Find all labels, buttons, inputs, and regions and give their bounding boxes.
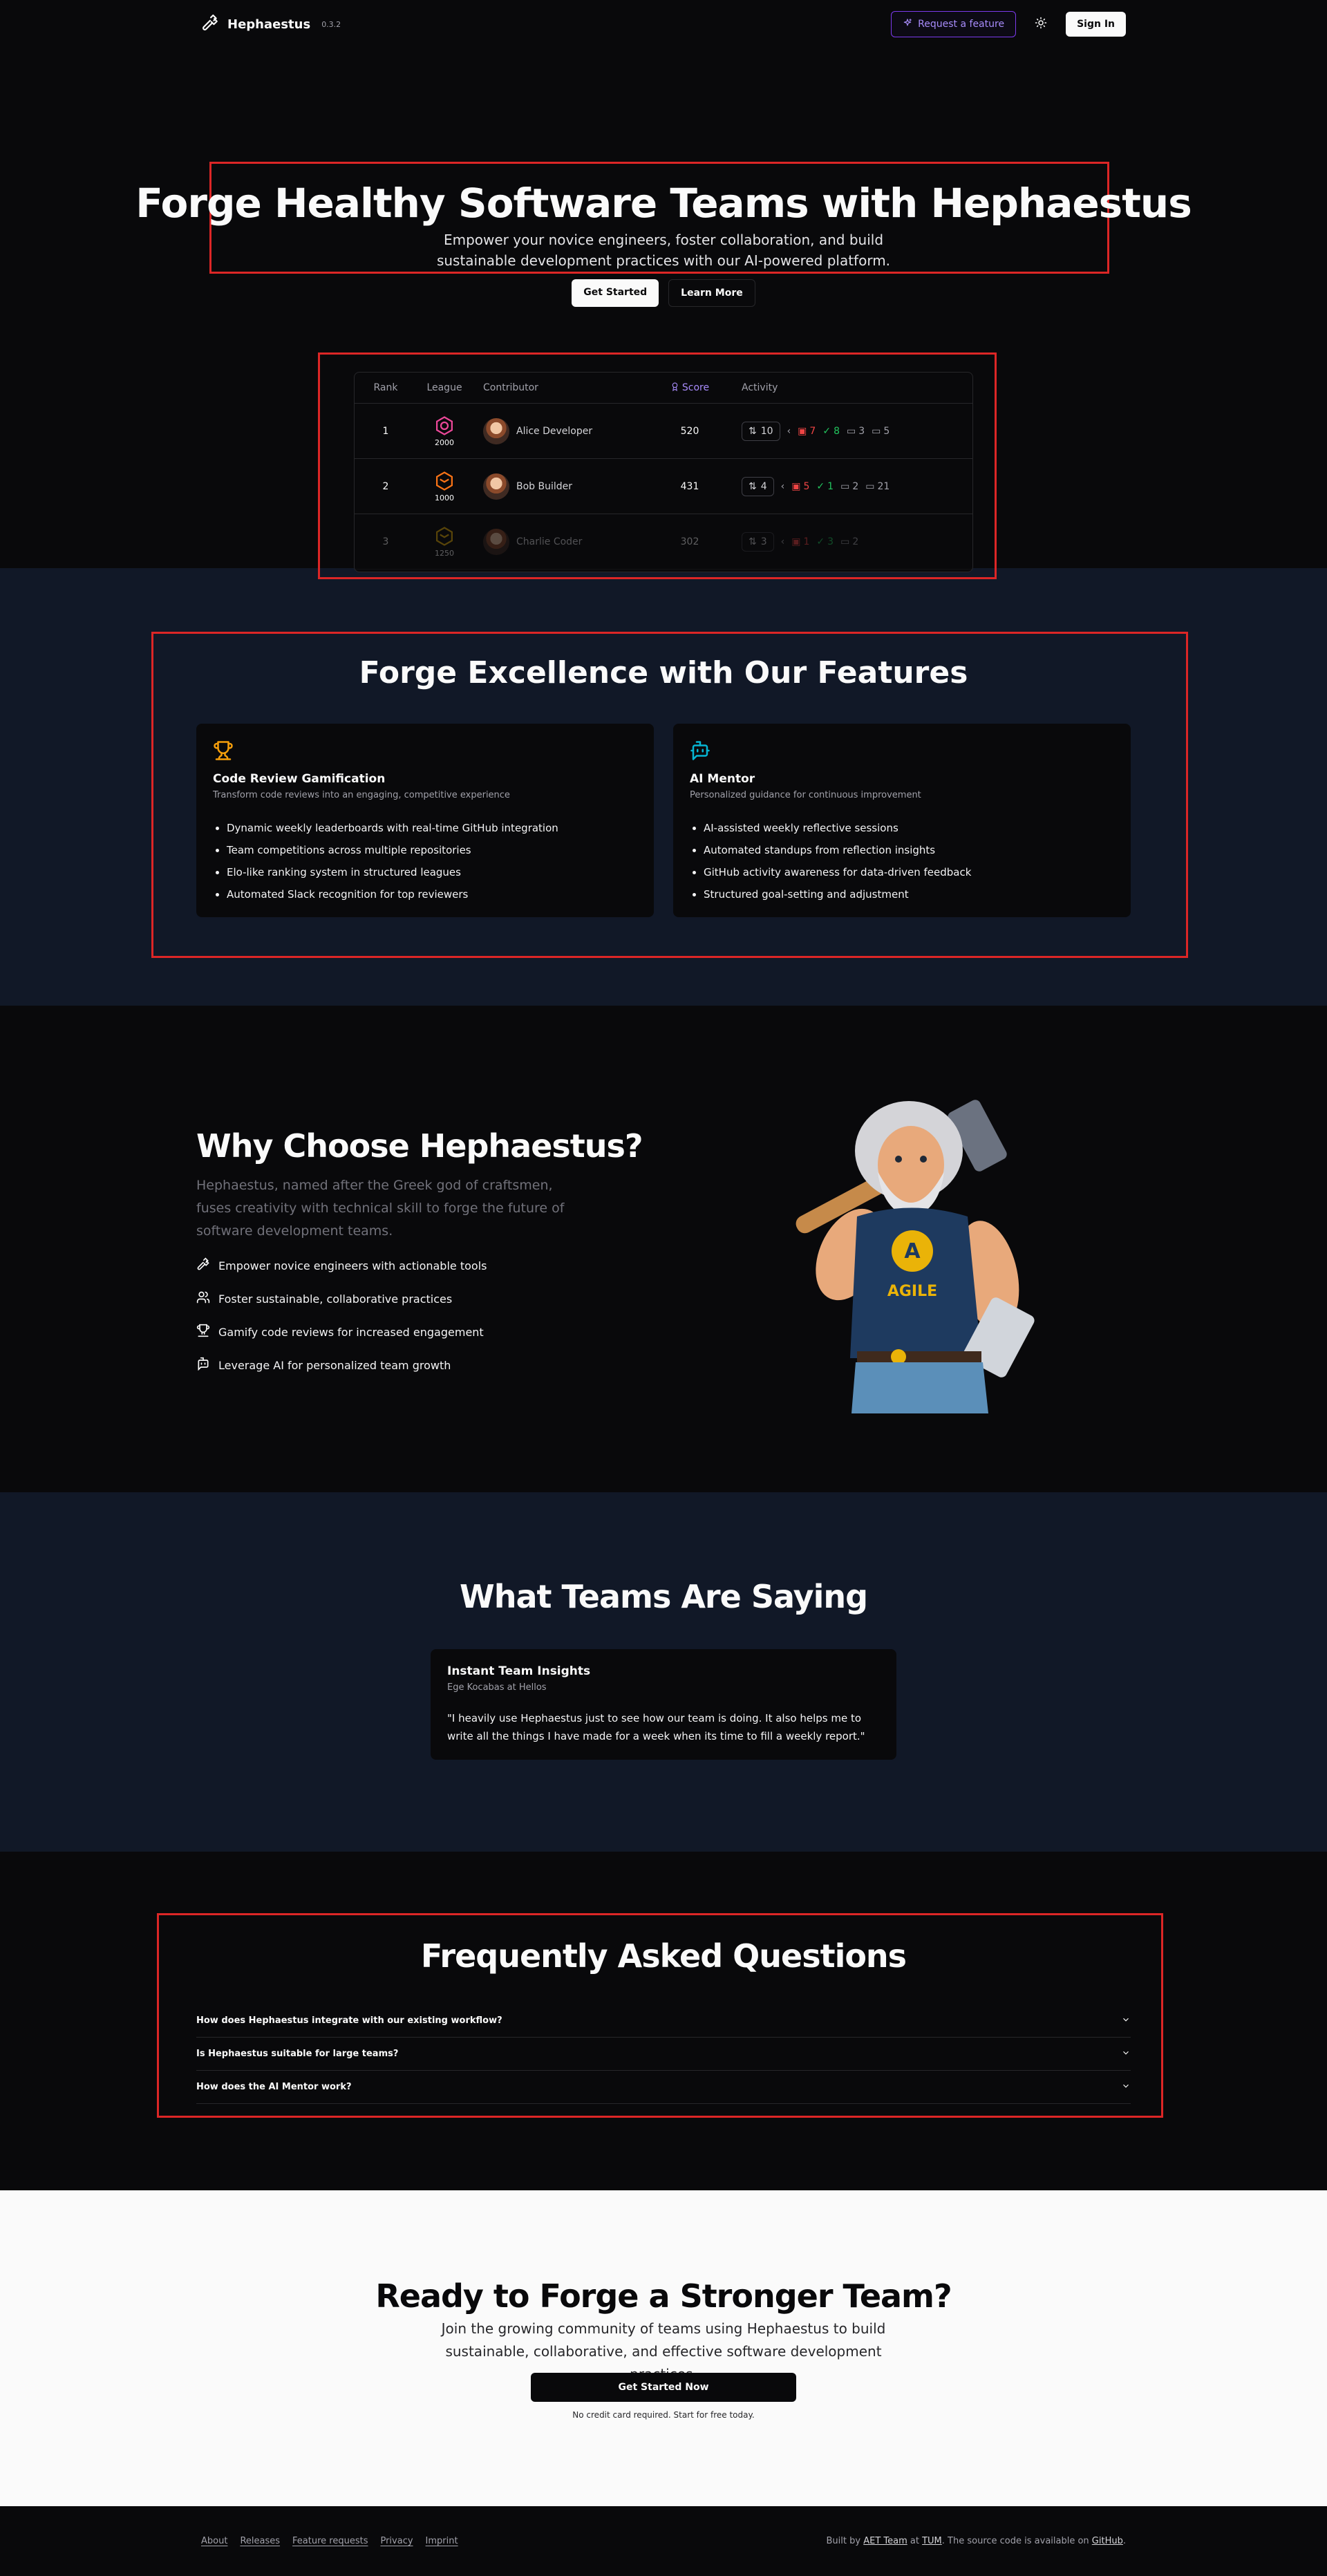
users-icon bbox=[196, 1290, 210, 1307]
source-text: . The source code is available on bbox=[941, 2536, 1092, 2546]
page: Hephaestus 0.3.2 Request a feature Sign … bbox=[0, 0, 1327, 2576]
feature-item: Automated Slack recognition for top revi… bbox=[227, 883, 637, 905]
sign-in-button[interactable]: Sign In bbox=[1066, 12, 1126, 37]
nav-actions: Request a feature Sign In bbox=[891, 11, 1126, 37]
faq-title: Frequently Asked Questions bbox=[420, 1937, 907, 1975]
cta-section: Ready to Forge a Stronger Team? Join the… bbox=[0, 2190, 1327, 2506]
feature-item: Team competitions across multiple reposi… bbox=[227, 839, 637, 861]
testimonial-card: Instant Team Insights Ege Kocabas at Hel… bbox=[431, 1649, 896, 1760]
why-item-label: Gamify code reviews for increased engage… bbox=[218, 1325, 484, 1339]
faq-item[interactable]: Is Hephaestus suitable for large teams? bbox=[196, 2038, 1131, 2071]
theme-toggle-button[interactable] bbox=[1028, 12, 1053, 37]
hero-section: Forge Healthy Software Teams with Hephae… bbox=[0, 48, 1327, 579]
brand-name: Hephaestus bbox=[227, 17, 311, 32]
feature-title: Code Review Gamification bbox=[213, 772, 386, 786]
leaderboard-highlight-box bbox=[318, 352, 997, 579]
brand[interactable]: Hephaestus 0.3.2 bbox=[201, 14, 341, 35]
at-text: at bbox=[907, 2536, 923, 2546]
feature-list: Dynamic weekly leaderboards with real-ti… bbox=[213, 817, 637, 905]
faq-item[interactable]: How does the AI Mentor work? bbox=[196, 2071, 1131, 2104]
cta-title: Ready to Forge a Stronger Team? bbox=[375, 2277, 952, 2315]
built-by-text: Built by bbox=[826, 2536, 864, 2546]
feature-item: Structured goal-setting and adjustment bbox=[704, 883, 1114, 905]
top-nav: Hephaestus 0.3.2 Request a feature Sign … bbox=[0, 0, 1327, 48]
features-section: Forge Excellence with Our Features Code … bbox=[0, 568, 1327, 1006]
cta-note: No credit card required. Start for free … bbox=[572, 2410, 755, 2420]
bot-message-icon bbox=[196, 1357, 210, 1373]
faq-item[interactable]: How does Hephaestus integrate with our e… bbox=[196, 2004, 1131, 2038]
why-item: Gamify code reviews for increased engage… bbox=[196, 1315, 487, 1348]
footer-link-releases[interactable]: Releases bbox=[240, 2536, 280, 2546]
hephaestus-mascot-illustration: A AGILE bbox=[796, 1100, 1035, 1413]
why-section: Why Choose Hephaestus? Hephaestus, named… bbox=[0, 1006, 1327, 1492]
request-feature-button[interactable]: Request a feature bbox=[891, 11, 1017, 37]
feature-item: Elo-like ranking system in structured le… bbox=[227, 861, 637, 883]
team-link[interactable]: AET Team bbox=[863, 2536, 907, 2546]
org-link[interactable]: TUM bbox=[922, 2536, 942, 2546]
end-text: . bbox=[1122, 2536, 1126, 2546]
feature-card-ai-mentor: AI Mentor Personalized guidance for cont… bbox=[673, 724, 1131, 917]
chevron-down-icon bbox=[1121, 2081, 1131, 2094]
testimonial-quote: "I heavily use Hephaestus just to see ho… bbox=[447, 1712, 865, 1742]
feature-item: GitHub activity awareness for data-drive… bbox=[704, 861, 1114, 883]
faq-question: How does the AI Mentor work? bbox=[196, 2082, 352, 2092]
feature-list: AI-assisted weekly reflective sessions A… bbox=[690, 817, 1114, 905]
why-list: Empower novice engineers with actionable… bbox=[196, 1249, 487, 1382]
testimonials-section: What Teams Are Saying Instant Team Insig… bbox=[0, 1492, 1327, 1852]
feature-title: AI Mentor bbox=[690, 772, 755, 786]
version-label: 0.3.2 bbox=[321, 19, 341, 29]
chevron-down-icon bbox=[1121, 2015, 1131, 2027]
why-description: Hephaestus, named after the Greek god of… bbox=[196, 1178, 565, 1239]
footer-link-privacy[interactable]: Privacy bbox=[380, 2536, 413, 2546]
testimonial-title: Instant Team Insights bbox=[447, 1664, 591, 1678]
footer-link-feature-requests[interactable]: Feature requests bbox=[292, 2536, 368, 2546]
footer-links: About Releases Feature requests Privacy … bbox=[201, 2536, 458, 2546]
hammer-icon bbox=[196, 1257, 210, 1274]
get-started-now-button[interactable]: Get Started Now bbox=[531, 2373, 796, 2402]
testimonial-author: Ege Kocabas at Hellos bbox=[447, 1682, 547, 1693]
why-item-label: Empower novice engineers with actionable… bbox=[218, 1259, 487, 1272]
get-started-button[interactable]: Get Started bbox=[572, 279, 659, 307]
feature-card-gamification: Code Review Gamification Transform code … bbox=[196, 724, 654, 917]
bot-message-icon bbox=[690, 741, 710, 764]
chevron-down-icon bbox=[1121, 2048, 1131, 2060]
faq-list: How does Hephaestus integrate with our e… bbox=[196, 2004, 1131, 2104]
faq-question: Is Hephaestus suitable for large teams? bbox=[196, 2049, 399, 2059]
shirt-logo-letter: A bbox=[904, 1239, 921, 1263]
feature-subtitle: Personalized guidance for continuous imp… bbox=[690, 790, 921, 800]
sparkles-icon bbox=[903, 18, 912, 30]
learn-more-button[interactable]: Learn More bbox=[668, 279, 755, 307]
why-item: Empower novice engineers with actionable… bbox=[196, 1249, 487, 1282]
trophy-icon bbox=[213, 741, 234, 764]
footer-link-about[interactable]: About bbox=[201, 2536, 227, 2546]
hero-subtitle: Empower your novice engineers, foster co… bbox=[436, 232, 891, 269]
feature-item: AI-assisted weekly reflective sessions bbox=[704, 817, 1114, 839]
faq-section: Frequently Asked Questions How does Heph… bbox=[0, 1852, 1327, 2190]
hero-buttons: Get Started Learn More bbox=[0, 279, 1327, 307]
features-title: Forge Excellence with Our Features bbox=[359, 655, 968, 690]
why-item: Leverage AI for personalized team growth bbox=[196, 1348, 487, 1382]
why-item: Foster sustainable, collaborative practi… bbox=[196, 1282, 487, 1315]
footer: About Releases Feature requests Privacy … bbox=[0, 2506, 1327, 2576]
hammer-icon bbox=[201, 14, 219, 35]
why-item-label: Foster sustainable, collaborative practi… bbox=[218, 1292, 453, 1306]
github-link[interactable]: GitHub bbox=[1092, 2536, 1123, 2546]
footer-link-imprint[interactable]: Imprint bbox=[426, 2536, 458, 2546]
footer-credits: Built by AET Team at TUM. The source cod… bbox=[827, 2536, 1126, 2546]
why-title: Why Choose Hephaestus? bbox=[196, 1127, 643, 1165]
testimonials-title: What Teams Are Saying bbox=[459, 1578, 868, 1615]
faq-question: How does Hephaestus integrate with our e… bbox=[196, 2015, 502, 2026]
sun-icon bbox=[1035, 17, 1047, 32]
shirt-logo-text: AGILE bbox=[887, 1283, 937, 1300]
feature-item: Automated standups from reflection insig… bbox=[704, 839, 1114, 861]
feature-item: Dynamic weekly leaderboards with real-ti… bbox=[227, 817, 637, 839]
hero-title: Forge Healthy Software Teams with Hephae… bbox=[135, 180, 1192, 227]
request-feature-label: Request a feature bbox=[918, 19, 1005, 30]
why-item-label: Leverage AI for personalized team growth bbox=[218, 1358, 451, 1372]
feature-subtitle: Transform code reviews into an engaging,… bbox=[213, 790, 510, 800]
trophy-icon bbox=[196, 1324, 210, 1340]
